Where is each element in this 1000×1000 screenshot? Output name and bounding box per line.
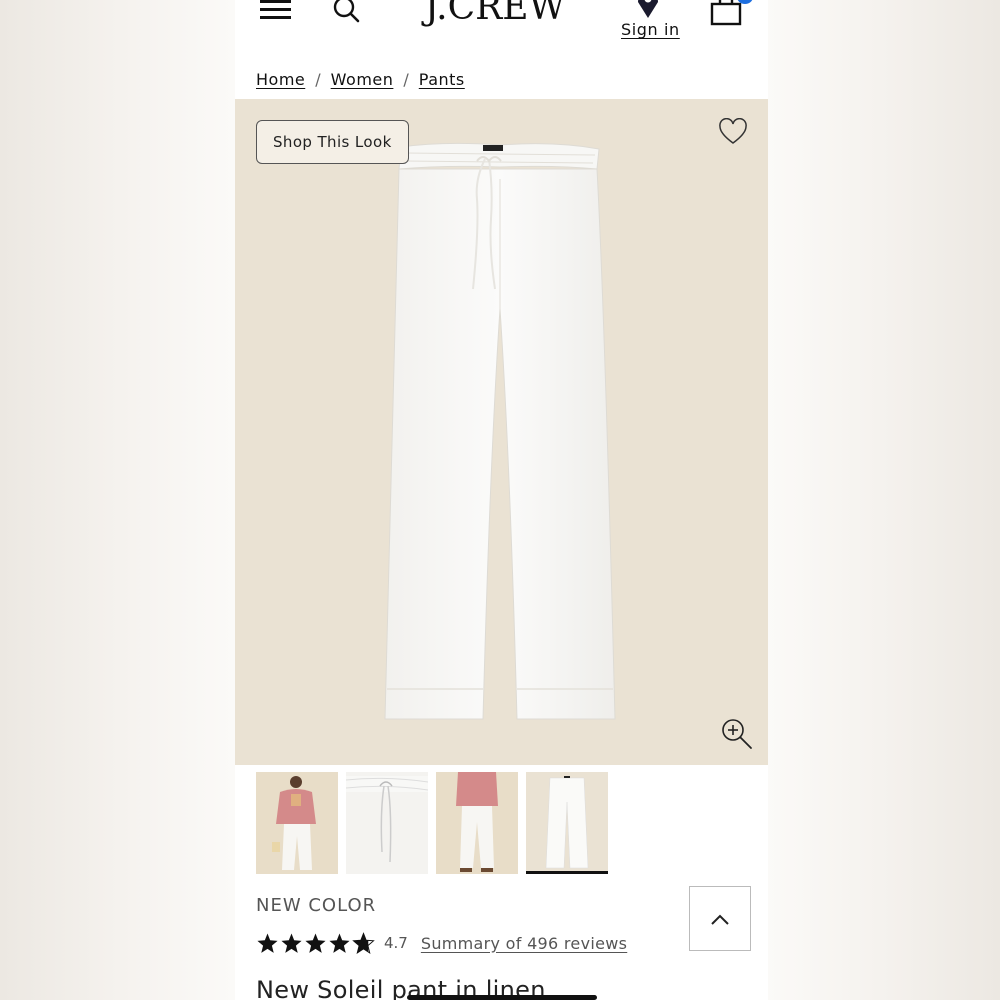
brand-logo[interactable]: J.CREW xyxy=(405,0,585,28)
back-to-top-button[interactable] xyxy=(689,886,751,951)
breadcrumb: Home / Women / Pants xyxy=(235,60,768,98)
thumbnail-strip xyxy=(256,772,608,876)
star-icon xyxy=(281,932,302,953)
home-indicator xyxy=(407,995,597,1000)
breadcrumb-home[interactable]: Home xyxy=(256,70,305,89)
rating-value: 4.7 xyxy=(384,934,408,952)
product-main-image[interactable]: Shop This Look xyxy=(235,99,768,765)
zoom-in-icon[interactable] xyxy=(720,717,754,751)
star-icon xyxy=(329,932,350,953)
thumbnail-flat-lay[interactable] xyxy=(526,772,608,874)
thumbnail-waist-detail[interactable] xyxy=(346,772,428,874)
thumbnail-model-back[interactable] xyxy=(436,772,518,874)
rating-row: 4.7 Summary of 496 reviews xyxy=(256,929,627,957)
search-icon[interactable] xyxy=(332,0,360,24)
site-header: J.CREW Sign in xyxy=(235,0,768,52)
breadcrumb-pants[interactable]: Pants xyxy=(419,70,465,89)
location-pin-icon[interactable] xyxy=(634,0,662,18)
thumbnail-model-front[interactable] xyxy=(256,772,338,874)
sign-in-link[interactable]: Sign in xyxy=(621,20,680,39)
reviews-summary-link[interactable]: Summary of 496 reviews xyxy=(421,934,627,953)
chevron-up-icon xyxy=(711,914,729,925)
product-photo-pants xyxy=(384,142,616,720)
shop-this-look-button[interactable]: Shop This Look xyxy=(256,120,409,164)
breadcrumb-women[interactable]: Women xyxy=(331,70,394,89)
menu-icon[interactable] xyxy=(260,0,292,22)
heart-icon[interactable] xyxy=(718,118,748,146)
breadcrumb-separator: / xyxy=(403,69,409,89)
star-rating xyxy=(256,931,375,955)
new-color-badge: NEW COLOR xyxy=(256,895,377,916)
product-page: J.CREW Sign in Home / Women / Pants Shop… xyxy=(235,0,768,1000)
shopping-bag-icon[interactable] xyxy=(710,0,742,26)
breadcrumb-separator: / xyxy=(315,69,321,89)
star-icon xyxy=(305,932,326,953)
star-icon xyxy=(257,932,278,953)
star-partial-icon xyxy=(352,931,375,954)
